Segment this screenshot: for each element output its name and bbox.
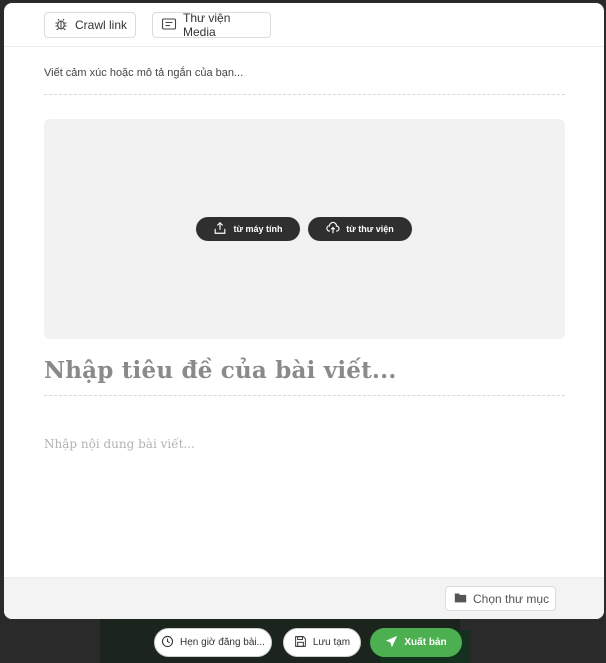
cloud-upload-icon <box>326 221 340 237</box>
upload-from-computer-button[interactable]: từ máy tính <box>196 217 300 241</box>
modal-footer: Chọn thư mục <box>4 577 604 619</box>
crawl-link-label: Crawl link <box>75 18 128 32</box>
publish-label: Xuất bản <box>404 637 447 648</box>
caption-placeholder: Viết cảm xúc hoặc mô tả ngắn của bạn... <box>44 67 244 79</box>
post-content-placeholder: Nhập nội dung bài viết... <box>44 437 195 451</box>
media-library-button[interactable]: Thư viện Media <box>152 11 271 39</box>
upload-icon <box>213 221 227 237</box>
image-dropzone[interactable]: từ máy tính từ thư viện <box>44 119 565 339</box>
schedule-post-label: Hẹn giờ đăng bài... <box>180 637 265 648</box>
caption-input[interactable]: Viết cảm xúc hoặc mô tả ngắn của bạn... <box>44 59 565 95</box>
send-icon <box>385 635 398 651</box>
media-library-label: Thư viện Media <box>183 11 231 39</box>
post-title-placeholder: Nhập tiêu đề của bài viết... <box>44 357 397 384</box>
bug-icon <box>53 16 69 35</box>
clock-icon <box>161 635 174 651</box>
upload-from-library-button[interactable]: từ thư viện <box>308 217 412 241</box>
publish-button[interactable]: Xuất bản <box>370 628 462 657</box>
save-draft-label: Lưu tạm <box>312 637 351 648</box>
folder-icon <box>454 591 467 607</box>
save-draft-button[interactable]: Lưu tạm <box>283 628 361 657</box>
post-title-input[interactable]: Nhập tiêu đề của bài viết... <box>44 347 565 396</box>
schedule-post-button[interactable]: Hẹn giờ đăng bài... <box>154 628 272 657</box>
save-icon <box>294 635 307 651</box>
post-content-input[interactable]: Nhập nội dung bài viết... <box>44 437 565 577</box>
crawl-link-button[interactable]: Crawl link <box>44 12 136 38</box>
choose-folder-button[interactable]: Chọn thư mục <box>445 586 556 611</box>
choose-folder-label: Chọn thư mục <box>473 591 550 606</box>
editor-toolbar: Crawl link Thư viện Media <box>4 3 604 47</box>
upload-from-computer-label: từ máy tính <box>233 224 283 234</box>
upload-from-library-label: từ thư viện <box>346 224 394 234</box>
create-post-modal: Crawl link Thư viện Media Viết cảm xúc h… <box>4 3 604 619</box>
media-library-icon <box>161 16 177 35</box>
